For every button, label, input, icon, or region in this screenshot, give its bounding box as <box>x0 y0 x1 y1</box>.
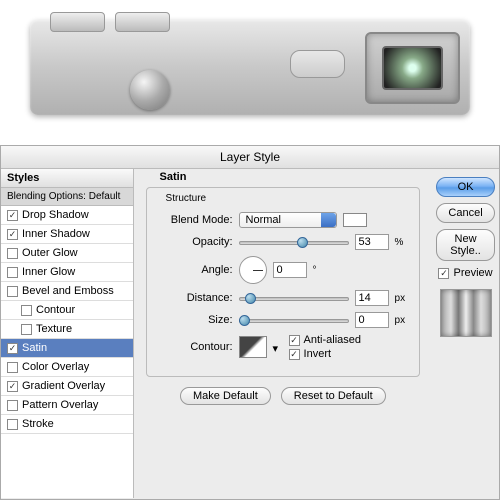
dialog-title: Layer Style <box>1 146 499 169</box>
checkbox-icon[interactable] <box>21 305 32 316</box>
angle-label: Angle: <box>161 264 233 276</box>
checkbox-icon[interactable] <box>7 267 18 278</box>
style-item-label: Stroke <box>22 418 54 430</box>
size-unit: px <box>395 315 406 326</box>
style-item-label: Contour <box>36 304 75 316</box>
angle-dial[interactable] <box>239 256 267 284</box>
style-item-label: Texture <box>36 323 72 335</box>
chevron-down-icon[interactable]: ▾ <box>273 342 283 352</box>
style-item-outer-glow[interactable]: Outer Glow <box>1 244 133 263</box>
style-item-drop-shadow[interactable]: Drop Shadow <box>1 206 133 225</box>
blend-mode-label: Blend Mode: <box>161 214 233 226</box>
opacity-input[interactable]: 53 <box>355 234 389 250</box>
angle-input[interactable]: 0 <box>273 262 307 278</box>
viewfinder-lens <box>382 46 443 90</box>
camera-body <box>30 20 470 115</box>
styles-list-column: Styles Blending Options: Default Drop Sh… <box>1 169 134 498</box>
cancel-button[interactable]: Cancel <box>436 203 495 223</box>
checkbox-icon[interactable] <box>7 248 18 259</box>
invert-checkbox[interactable]: Invert <box>289 348 361 360</box>
style-item-gradient-overlay[interactable]: Gradient Overlay <box>1 377 133 396</box>
layer-style-dialog: Layer Style Styles Blending Options: Def… <box>0 145 500 500</box>
camera-knob <box>130 70 170 110</box>
preview-checkbox[interactable]: Preview <box>436 267 495 279</box>
checkbox-icon[interactable] <box>7 381 18 392</box>
camera-dial-right <box>115 12 170 32</box>
style-item-color-overlay[interactable]: Color Overlay <box>1 358 133 377</box>
preview-swatch <box>440 289 492 337</box>
anti-aliased-checkbox[interactable]: Anti-aliased <box>289 334 361 346</box>
new-style-button[interactable]: New Style.. <box>436 229 495 261</box>
camera-preview-area <box>0 0 500 145</box>
distance-input[interactable]: 14 <box>355 290 389 306</box>
checkbox-icon[interactable] <box>7 362 18 373</box>
style-item-pattern-overlay[interactable]: Pattern Overlay <box>1 396 133 415</box>
style-item-label: Outer Glow <box>22 247 78 259</box>
checkbox-icon[interactable] <box>7 286 18 297</box>
blending-options-header[interactable]: Blending Options: Default <box>1 188 133 206</box>
camera-flash <box>290 50 345 78</box>
ok-button[interactable]: OK <box>436 177 495 197</box>
distance-label: Distance: <box>161 292 233 304</box>
reset-default-button[interactable]: Reset to Default <box>281 387 386 405</box>
camera-viewfinder <box>365 32 460 104</box>
dialog-right-column: OK Cancel New Style.. Preview <box>432 169 499 498</box>
style-item-label: Pattern Overlay <box>22 399 98 411</box>
style-item-label: Inner Shadow <box>22 228 90 240</box>
blend-mode-select[interactable]: Normal <box>239 212 337 228</box>
contour-label: Contour: <box>161 341 233 353</box>
checkbox-icon[interactable] <box>21 324 32 335</box>
checkbox-icon[interactable] <box>7 419 18 430</box>
contour-picker[interactable] <box>239 336 267 358</box>
style-item-contour[interactable]: Contour <box>1 301 133 320</box>
checkbox-icon[interactable] <box>7 229 18 240</box>
opacity-label: Opacity: <box>161 236 233 248</box>
style-item-label: Color Overlay <box>22 361 89 373</box>
style-item-label: Bevel and Emboss <box>22 285 114 297</box>
style-item-satin[interactable]: Satin <box>1 339 133 358</box>
satin-panel: Satin Structure Blend Mode: Normal Opaci… <box>134 169 433 498</box>
style-item-label: Gradient Overlay <box>22 380 105 392</box>
opacity-slider[interactable] <box>239 235 349 249</box>
distance-slider[interactable] <box>239 291 349 305</box>
opacity-unit: % <box>395 237 404 248</box>
camera-dial-left <box>50 12 105 32</box>
checkbox-icon[interactable] <box>7 343 18 354</box>
checkbox-icon[interactable] <box>7 210 18 221</box>
satin-color-swatch[interactable] <box>343 213 367 227</box>
size-label: Size: <box>161 314 233 326</box>
panel-title: Satin <box>156 171 191 183</box>
size-input[interactable]: 0 <box>355 312 389 328</box>
style-item-bevel-and-emboss[interactable]: Bevel and Emboss <box>1 282 133 301</box>
distance-unit: px <box>395 293 406 304</box>
style-item-label: Inner Glow <box>22 266 75 278</box>
style-item-stroke[interactable]: Stroke <box>1 415 133 434</box>
style-item-inner-glow[interactable]: Inner Glow <box>1 263 133 282</box>
style-item-label: Drop Shadow <box>22 209 89 221</box>
style-item-texture[interactable]: Texture <box>1 320 133 339</box>
style-item-label: Satin <box>22 342 47 354</box>
angle-unit: ° <box>313 265 317 276</box>
size-slider[interactable] <box>239 313 349 327</box>
structure-label: Structure <box>162 193 211 204</box>
make-default-button[interactable]: Make Default <box>180 387 271 405</box>
checkbox-icon[interactable] <box>7 400 18 411</box>
styles-header[interactable]: Styles <box>1 169 133 188</box>
style-item-inner-shadow[interactable]: Inner Shadow <box>1 225 133 244</box>
